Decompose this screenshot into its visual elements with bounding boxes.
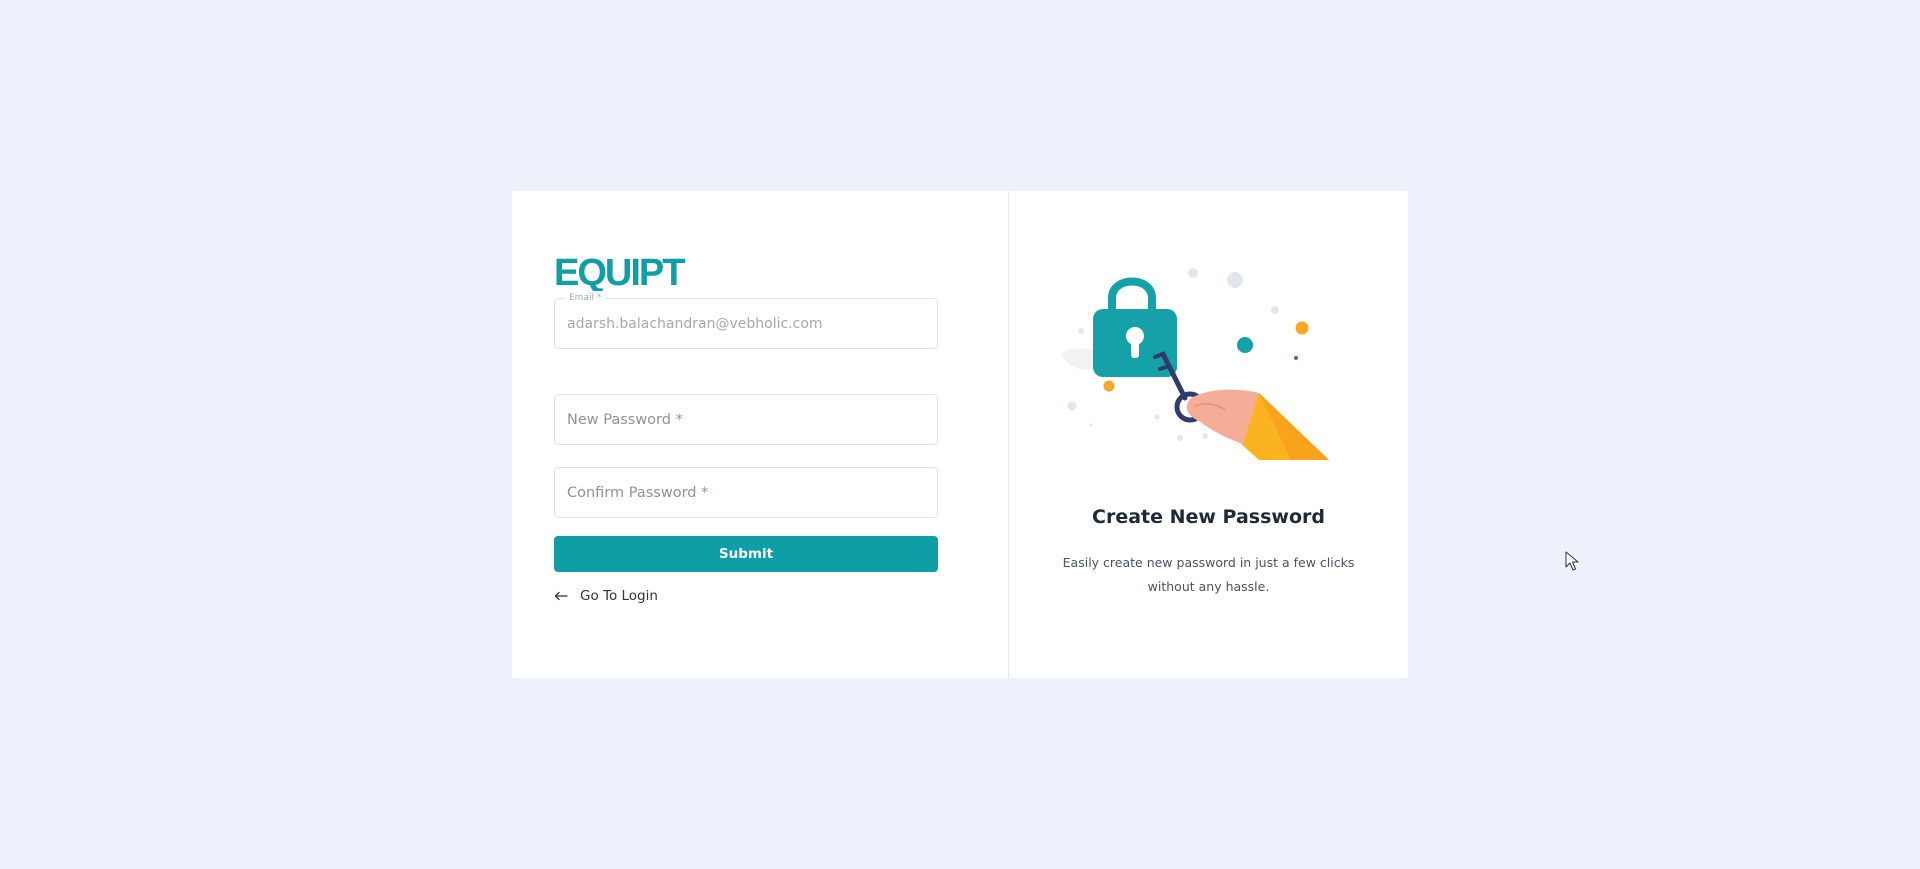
go-to-login-link[interactable]: Go To Login xyxy=(554,588,658,604)
info-panel: Create New Password Easily create new pa… xyxy=(1009,191,1408,678)
reset-form-panel: EQUIPT Email * Submit Go To Login xyxy=(512,191,1009,678)
panel-title: Create New Password xyxy=(1092,506,1325,528)
email-field[interactable]: Email * xyxy=(554,291,938,349)
go-to-login-label: Go To Login xyxy=(580,588,658,604)
logo-text: EQUIPT xyxy=(554,252,685,294)
confirm-password-input[interactable] xyxy=(555,468,937,517)
mouse-cursor-icon xyxy=(1565,551,1579,575)
equipt-logo: EQUIPT xyxy=(554,252,685,294)
new-password-field[interactable] xyxy=(554,394,938,445)
submit-button[interactable]: Submit xyxy=(554,536,938,572)
confirm-password-field[interactable] xyxy=(554,467,938,518)
arrow-left-icon xyxy=(554,591,568,601)
padlock-key-hand-icon xyxy=(1059,246,1359,490)
new-password-input[interactable] xyxy=(555,395,937,444)
email-field-label: Email * xyxy=(565,291,606,305)
reset-password-card: EQUIPT Email * Submit Go To Login xyxy=(512,191,1408,678)
panel-description: Easily create new password in just a few… xyxy=(1062,555,1355,594)
email-input[interactable] xyxy=(555,299,937,348)
